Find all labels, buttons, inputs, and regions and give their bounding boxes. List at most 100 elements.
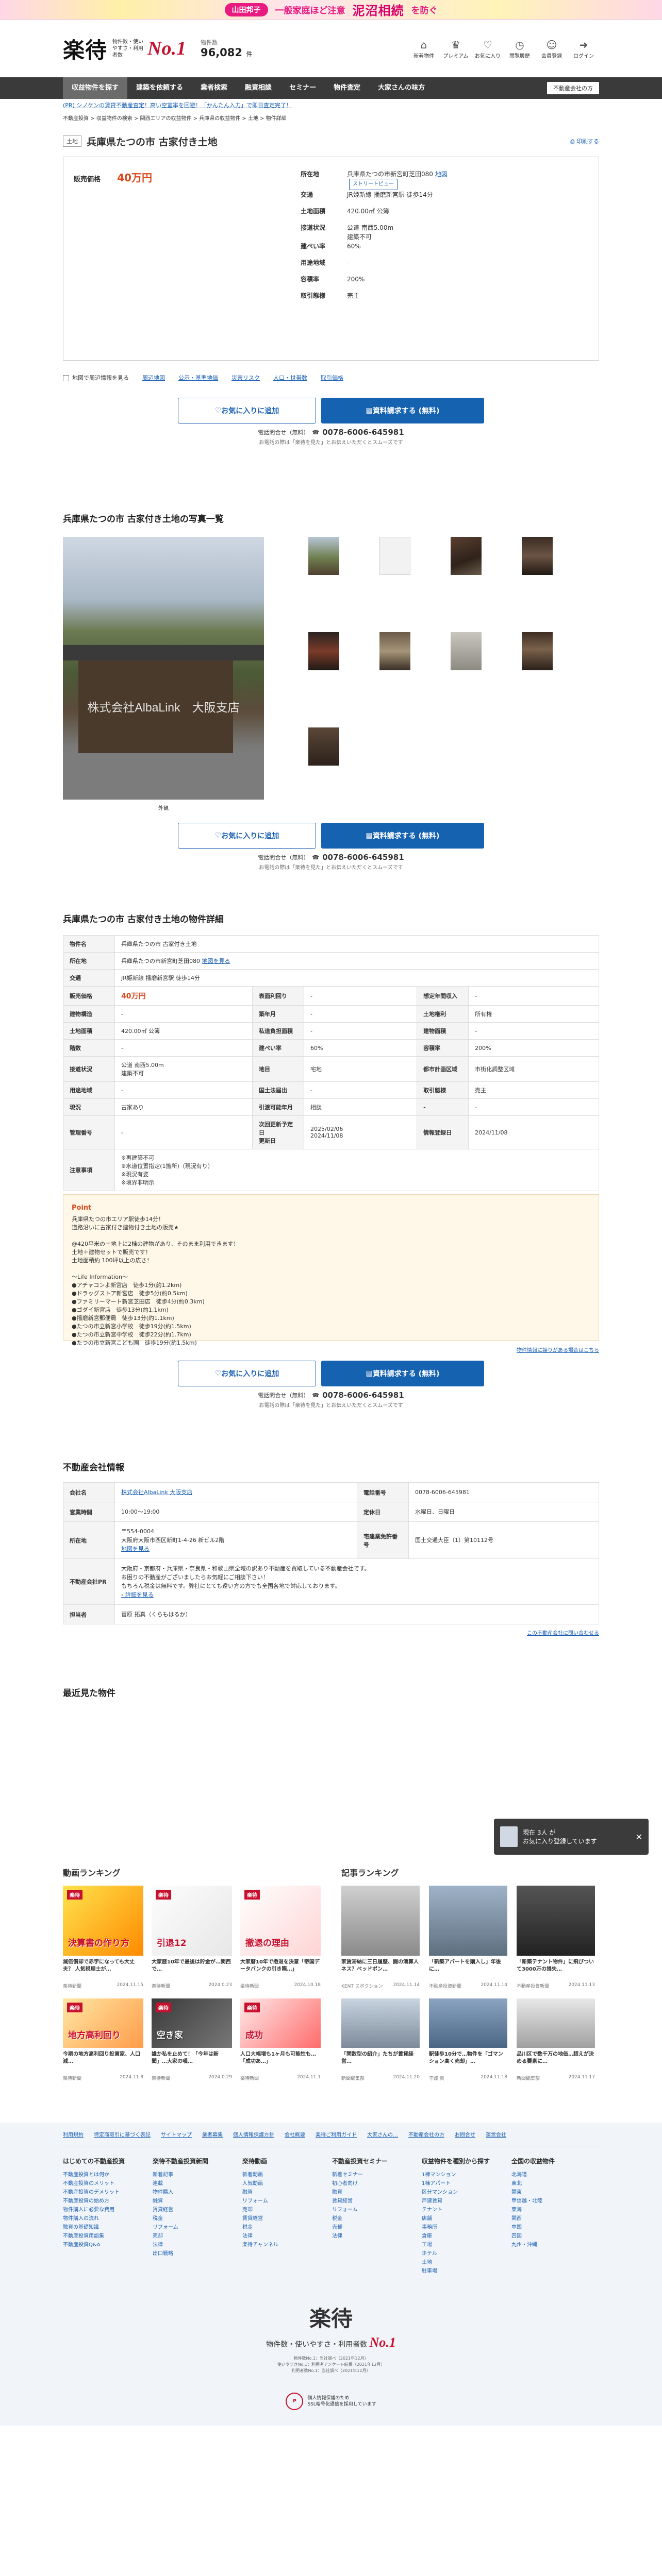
footer-link[interactable]: 個人情報保護方針 (233, 2130, 274, 2138)
footer-link[interactable]: 会社概要 (285, 2130, 305, 2138)
footer-column-link[interactable]: 工場 (422, 2241, 509, 2249)
article-card[interactable]: 「新築テナント物件」に飛びついて3000万の損失… 不動産投資新聞 2024.11.… (517, 1886, 595, 1989)
favorite-toast[interactable]: 現在 3人 がお気に入り登録しています ✕ (494, 1819, 649, 1855)
thumbnail[interactable] (379, 632, 410, 670)
thumbnail[interactable] (379, 537, 410, 575)
article-card[interactable]: 家賃滞納に三日履歴、闘の清算人ネス？ベッドポン… KENT スボクション 2024.… (341, 1886, 420, 1989)
map-option[interactable]: 周辺地図 (142, 374, 165, 382)
thumbnail[interactable] (451, 537, 482, 575)
footer-column-link[interactable]: 関西 (511, 2214, 599, 2223)
footer-column-link[interactable]: 法律 (332, 2232, 420, 2241)
footer-column-link[interactable]: 関東 (511, 2188, 599, 2197)
map-option[interactable]: 人口・世帯数 (273, 374, 307, 382)
footer-link[interactable]: 運営会社 (486, 2130, 506, 2138)
footer-column-link[interactable]: 売却 (153, 2232, 240, 2241)
footer-column-link[interactable]: リフォーム (242, 2197, 330, 2206)
video-thumbnail[interactable]: 楽待 地方高利回り (63, 1998, 143, 2048)
footer-column-link[interactable]: 事務所 (422, 2223, 509, 2232)
header-crown-button[interactable]: ♛ プレミアム (440, 38, 471, 59)
nav-item[interactable]: 業者検索 (192, 77, 236, 99)
print-link[interactable]: ⎙ 印刷する (570, 137, 599, 145)
tel-number[interactable]: 0078-6006-645981 (322, 853, 404, 862)
footer-column-link[interactable]: 新着記事 (153, 2171, 240, 2179)
footer-column-link[interactable]: 融資 (153, 2197, 240, 2206)
footer-column-link[interactable]: 賃貸経営 (153, 2206, 240, 2214)
footer-column-link[interactable]: 九州・沖縄 (511, 2241, 599, 2249)
header-login-button[interactable]: ➜ ログイン (568, 38, 599, 59)
footer-column-link[interactable]: 区分マンション (422, 2188, 509, 2197)
map-toggle[interactable]: 地図で周辺情報を見る (63, 374, 129, 382)
video-card[interactable]: 楽待 成功 人口大幅増も1ヶ月も可能性も…「成功あ…」 楽待新聞 2024.11.1 (240, 1998, 321, 2081)
footer-column-link[interactable]: 初心者向け (332, 2179, 420, 2188)
footer-link[interactable]: 利用規約 (63, 2130, 84, 2138)
article-thumbnail[interactable] (517, 1886, 595, 1956)
nav-item[interactable]: 融資相談 (236, 77, 280, 99)
footer-link[interactable]: サイトマップ (161, 2130, 192, 2138)
footer-link[interactable]: 不動産会社の方 (408, 2130, 444, 2138)
close-icon[interactable]: ✕ (636, 1832, 642, 1842)
footer-column-link[interactable]: 賃貸経営 (332, 2197, 420, 2206)
video-card[interactable]: 楽待 引退12 大家歴10年で最後は貯金が…関西で… 楽待新聞 2024.0.23 (152, 1886, 232, 1989)
footer-column-link[interactable]: 不動産投資Q&A (63, 2241, 151, 2249)
nav-item[interactable]: 物件査定 (325, 77, 369, 99)
footer-column-link[interactable]: リフォーム (332, 2206, 420, 2214)
footer-column-link[interactable]: 不動産投資の始め方 (63, 2197, 151, 2206)
footer-column-link[interactable]: 賃貸経営 (242, 2214, 330, 2223)
request-button[interactable]: ▤ 資料請求する (無料) (321, 823, 484, 849)
nav-item[interactable]: 大家さんの味方 (369, 77, 434, 99)
report-link[interactable]: 物件情報に誤りがある場合はこちら (517, 1348, 599, 1353)
footer-link[interactable]: 楽待ご利用ガイド (316, 2130, 357, 2138)
video-thumbnail[interactable]: 楽待 決算書の作り方 (63, 1886, 143, 1956)
video-thumbnail[interactable]: 楽待 成功 (240, 1998, 321, 2048)
pr-notice[interactable]: (PR) シノケンの賃貸不動産査定！高い空室率を回避！「かんたん入力」で即日査定… (63, 99, 599, 112)
footer-column-link[interactable]: 不動産投資のデメリット (63, 2188, 151, 2197)
video-card[interactable]: 楽待 空き家 誰か私を止めて！「今年は新聞」…大家の嘆… 楽待新聞 2024.0.29 (152, 1998, 232, 2081)
article-thumbnail[interactable] (429, 1886, 507, 1956)
video-thumbnail[interactable]: 楽待 撤退の理由 (240, 1886, 321, 1956)
nav-item[interactable]: 建築を依頼する (127, 77, 192, 99)
video-card[interactable]: 楽待 決算書の作り方 減価償却で赤字になっても大丈夫？ 人気税理士が… 楽待新聞 202… (63, 1886, 143, 1989)
footer-column-link[interactable]: 甲信越・北陸 (511, 2197, 599, 2206)
footer-logo[interactable]: 楽待 (63, 2301, 599, 2333)
footer-column-link[interactable]: 新着セミナー (332, 2171, 420, 2179)
footer-column-link[interactable]: 楽待チャンネル (242, 2241, 330, 2249)
favorite-button[interactable]: ♡ お気に入りに追加 (178, 1361, 316, 1386)
footer-column-link[interactable]: 土地 (422, 2258, 509, 2267)
footer-column-link[interactable]: 売却 (332, 2223, 420, 2232)
footer-column-link[interactable]: 倉庫 (422, 2232, 509, 2241)
tel-number[interactable]: 0078-6006-645981 (322, 1391, 404, 1400)
map-option[interactable]: 取引価格 (321, 374, 343, 382)
footer-column-link[interactable]: 北海道 (511, 2171, 599, 2179)
footer-column-link[interactable]: 売却 (242, 2206, 330, 2214)
article-thumbnail[interactable] (517, 1998, 595, 2048)
article-thumbnail[interactable] (429, 1998, 507, 2048)
footer-column-link[interactable]: 税金 (153, 2214, 240, 2223)
footer-column-link[interactable]: 出口戦略 (153, 2249, 240, 2258)
nav-item[interactable]: 収益物件を探す (63, 77, 128, 99)
streetview-button[interactable]: ストリートビュー (349, 179, 398, 190)
footer-column-link[interactable]: 駐車場 (422, 2267, 509, 2276)
thumbnail[interactable] (308, 727, 339, 766)
agent-button[interactable]: 不動産会社の方 (547, 82, 599, 94)
footer-column-link[interactable]: 人気動画 (242, 2179, 330, 2188)
favorite-button[interactable]: ♡ お気に入りに追加 (178, 398, 316, 423)
footer-column-link[interactable]: リフォーム (153, 2223, 240, 2232)
company-link[interactable]: 株式会社AlbaLink 大阪支店 (121, 1489, 192, 1496)
request-button[interactable]: ▤ 資料請求する (無料) (321, 398, 484, 423)
thumbnail[interactable] (308, 632, 339, 670)
footer-column-link[interactable]: 戸建賃貸 (422, 2197, 509, 2206)
map-option[interactable]: 公示・基準地価 (178, 374, 218, 382)
footer-column-link[interactable]: 物件購入の流れ (63, 2214, 151, 2223)
footer-column-link[interactable]: 1棟マンション (422, 2171, 509, 2179)
footer-column-link[interactable]: 1棟アパート (422, 2179, 509, 2188)
tel-number[interactable]: 0078-6006-645981 (322, 428, 404, 437)
video-card[interactable]: 楽待 地方高利回り 今期の地方高利回り投資家、人口減… 楽待新聞 2024.11.8 (63, 1998, 143, 2081)
footer-column-link[interactable]: 東北 (511, 2179, 599, 2188)
footer-column-link[interactable]: 法律 (242, 2232, 330, 2241)
map-link[interactable]: 地図 (435, 171, 448, 178)
detail-link[interactable]: › 詳細を見る (121, 1591, 154, 1598)
footer-column-link[interactable]: 東海 (511, 2206, 599, 2214)
footer-column-link[interactable]: ホテル (422, 2249, 509, 2258)
video-thumbnail[interactable]: 楽待 引退12 (152, 1886, 232, 1956)
header-clock-button[interactable]: ◷ 閲覧履歴 (504, 38, 535, 59)
